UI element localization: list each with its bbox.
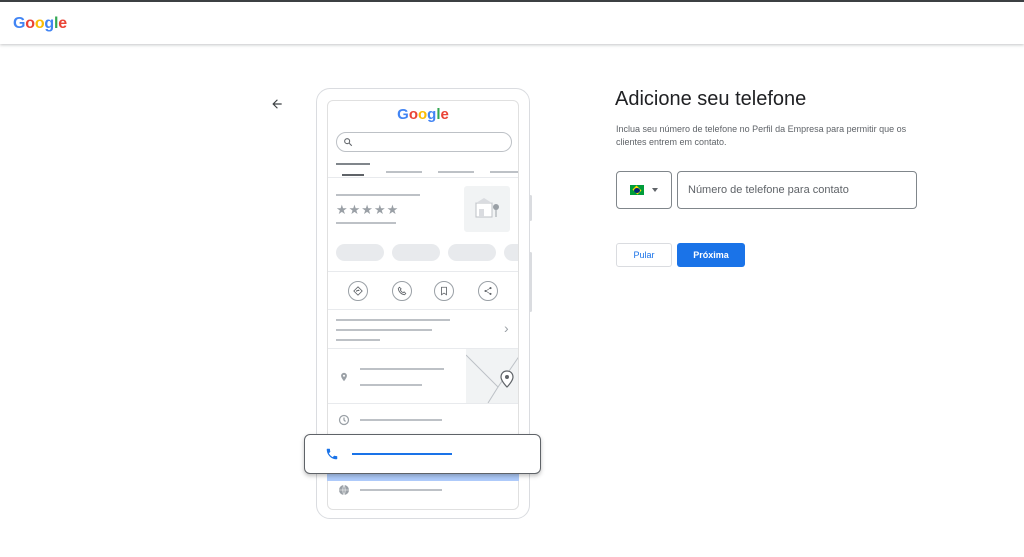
mock-text-line xyxy=(336,339,380,341)
google-logo: Google xyxy=(13,15,67,33)
clock-icon xyxy=(338,414,350,426)
mock-map-thumbnail xyxy=(466,349,518,403)
mock-text-line xyxy=(360,384,422,386)
divider xyxy=(328,309,518,310)
mock-text-line xyxy=(360,419,442,421)
top-bar: Google xyxy=(0,0,1024,44)
mock-phone-line xyxy=(352,453,452,455)
mock-chip xyxy=(448,244,496,261)
mock-tab-line xyxy=(342,174,364,176)
divider xyxy=(328,177,518,178)
search-icon xyxy=(344,138,353,147)
back-button[interactable] xyxy=(266,93,288,115)
mock-text-line xyxy=(336,222,396,224)
mock-chip xyxy=(504,244,518,261)
mock-star-rating: ★★★★★ xyxy=(336,202,400,217)
phone-row-callout xyxy=(304,434,541,474)
call-icon xyxy=(392,281,412,301)
phone-side-button xyxy=(529,252,532,312)
phone-side-button xyxy=(529,195,532,221)
phone-number-input[interactable] xyxy=(677,171,917,209)
mock-chip xyxy=(336,244,384,261)
logo-letter: o xyxy=(25,15,35,32)
phone-icon xyxy=(326,448,338,460)
bookmark-icon xyxy=(434,281,454,301)
mock-text-line xyxy=(336,329,432,331)
logo-letter: o xyxy=(34,15,45,32)
directions-icon xyxy=(348,281,368,301)
arrow-left-icon xyxy=(272,99,282,109)
chevron-right-icon: › xyxy=(504,320,509,336)
next-button[interactable]: Próxima xyxy=(677,243,745,267)
mock-google-logo: Google xyxy=(397,106,449,123)
location-pin-icon xyxy=(341,372,347,382)
page-title: Adicione seu telefone xyxy=(615,88,807,110)
mock-tab-line xyxy=(490,171,518,173)
mock-tab-line xyxy=(438,171,474,173)
logo-letter: G xyxy=(13,15,26,32)
divider xyxy=(328,271,518,272)
mock-search-bar xyxy=(336,132,512,152)
caret-down-icon xyxy=(652,188,658,192)
mock-tab-line xyxy=(386,171,422,173)
storefront-icon xyxy=(464,186,510,232)
mock-text-line xyxy=(360,368,444,370)
globe-icon xyxy=(339,484,349,496)
skip-button[interactable]: Pular xyxy=(616,243,672,267)
mock-chip xyxy=(392,244,440,261)
logo-letter: e xyxy=(58,15,67,32)
mock-text-line xyxy=(336,194,420,196)
page-description: Inclua seu número de telefone no Perfil … xyxy=(616,124,907,147)
share-icon xyxy=(478,281,498,301)
mock-tab-line xyxy=(336,163,370,165)
logo-letter: g xyxy=(44,15,54,32)
country-selector[interactable] xyxy=(616,171,672,209)
mock-text-line xyxy=(336,319,450,321)
brazil-flag-icon xyxy=(630,185,644,195)
divider xyxy=(328,403,518,404)
mock-text-line xyxy=(360,489,442,491)
